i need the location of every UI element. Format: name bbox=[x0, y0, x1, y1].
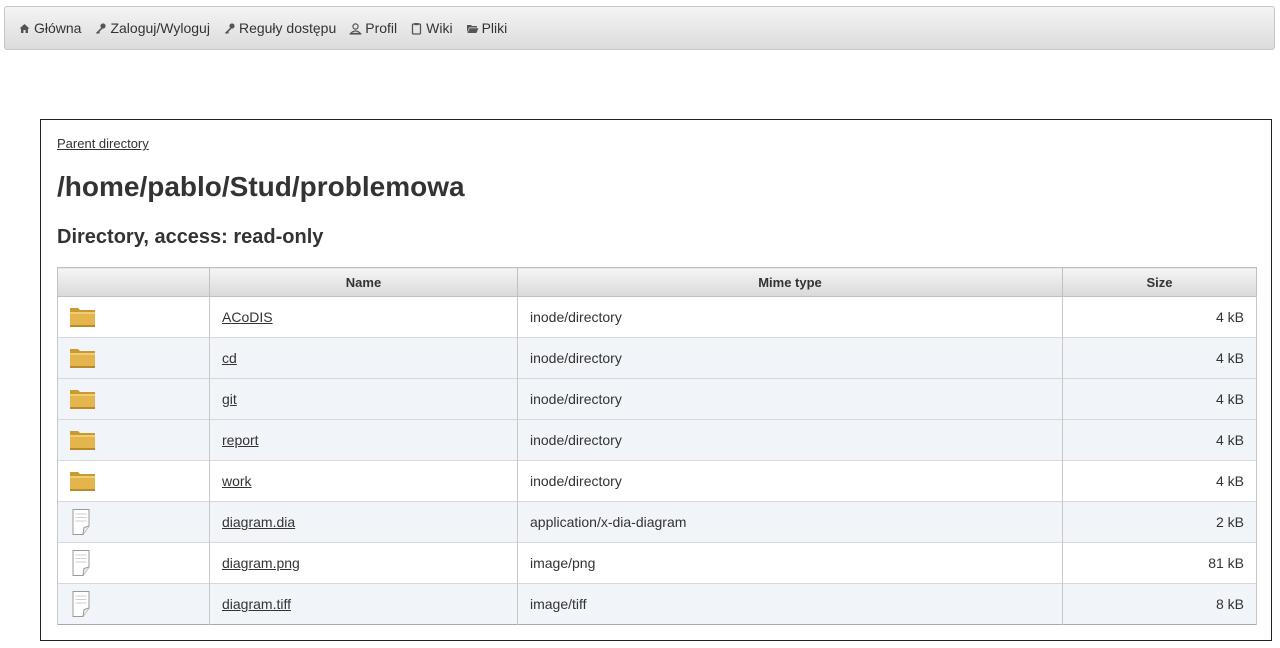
mime-cell: application/x-dia-diagram bbox=[517, 501, 1063, 543]
key-icon bbox=[94, 22, 107, 35]
clipboard-icon bbox=[410, 22, 423, 35]
folder-icon[interactable] bbox=[69, 346, 197, 370]
mime-cell: inode/directory bbox=[517, 378, 1063, 420]
file-name-link[interactable]: diagram.tiff bbox=[222, 596, 291, 612]
table-row: diagram.dia application/x-dia-diagram 2 … bbox=[57, 501, 1257, 543]
table-row: work inode/directory 4 kB bbox=[57, 460, 1257, 502]
nav-item-access-rules[interactable]: Reguły dostępu bbox=[223, 20, 336, 36]
table-row: git inode/directory 4 kB bbox=[57, 378, 1257, 420]
nav-label: Profil bbox=[365, 20, 398, 36]
size-cell: 4 kB bbox=[1062, 419, 1257, 461]
nav-item-wiki[interactable]: Wiki bbox=[410, 20, 453, 36]
column-header-icon bbox=[57, 267, 210, 297]
page-title: /home/pablo/Stud/problemowa bbox=[57, 171, 465, 202]
nav-item-profile[interactable]: Profil bbox=[349, 20, 397, 36]
size-cell: 8 kB bbox=[1062, 583, 1257, 625]
nav-label: Zaloguj/Wyloguj bbox=[110, 20, 210, 36]
folder-icon[interactable] bbox=[69, 469, 197, 493]
folder-icon[interactable] bbox=[69, 428, 197, 452]
size-cell: 4 kB bbox=[1062, 378, 1257, 420]
file-name-link[interactable]: diagram.dia bbox=[222, 514, 295, 530]
folder-icon[interactable] bbox=[69, 305, 197, 329]
access-heading: Directory, access: read-only bbox=[57, 226, 324, 248]
table-row: report inode/directory 4 kB bbox=[57, 419, 1257, 461]
nav-item-home[interactable]: Główna bbox=[18, 20, 81, 36]
file-icon[interactable] bbox=[69, 508, 197, 536]
user-icon bbox=[349, 22, 363, 35]
table-header-row: Name Mime type Size bbox=[57, 267, 1257, 297]
mime-cell: inode/directory bbox=[517, 296, 1063, 338]
folder-icon[interactable] bbox=[69, 387, 197, 411]
table-row: diagram.png image/png 81 kB bbox=[57, 542, 1257, 584]
file-name-link[interactable]: report bbox=[222, 432, 259, 448]
column-header-name[interactable]: Name bbox=[209, 267, 518, 297]
table-row: ACoDIS inode/directory 4 kB bbox=[57, 296, 1257, 338]
top-navbar: Główna Zaloguj/Wyloguj Reguły dostępu Pr… bbox=[4, 6, 1275, 50]
nav-label: Pliki bbox=[481, 20, 508, 36]
home-icon bbox=[18, 22, 31, 35]
file-name-link[interactable]: ACoDIS bbox=[222, 309, 273, 325]
nav-item-files[interactable]: Pliki bbox=[466, 20, 508, 36]
size-cell: 4 kB bbox=[1062, 296, 1257, 338]
table-row: cd inode/directory 4 kB bbox=[57, 337, 1257, 379]
table-row: diagram.tiff image/tiff 8 kB bbox=[57, 583, 1257, 625]
column-header-mime[interactable]: Mime type bbox=[517, 267, 1063, 297]
mime-cell: inode/directory bbox=[517, 419, 1063, 461]
parent-directory-link[interactable]: Parent directory bbox=[57, 136, 149, 151]
folder-open-icon bbox=[466, 22, 479, 35]
file-name-link[interactable]: cd bbox=[222, 350, 237, 366]
size-cell: 4 kB bbox=[1062, 460, 1257, 502]
size-cell: 4 kB bbox=[1062, 337, 1257, 379]
nav-label: Wiki bbox=[426, 20, 453, 36]
size-cell: 81 kB bbox=[1062, 542, 1257, 584]
mime-cell: inode/directory bbox=[517, 460, 1063, 502]
file-name-link[interactable]: work bbox=[222, 473, 252, 489]
nav-label: Główna bbox=[34, 20, 82, 36]
file-icon[interactable] bbox=[69, 549, 197, 577]
file-name-link[interactable]: git bbox=[222, 391, 237, 407]
nav-label: Reguły dostępu bbox=[238, 20, 337, 36]
file-name-link[interactable]: diagram.png bbox=[222, 555, 300, 571]
file-table: Name Mime type Size ACoDIS inode/directo… bbox=[57, 267, 1257, 625]
file-icon[interactable] bbox=[69, 590, 197, 618]
size-cell: 2 kB bbox=[1062, 501, 1257, 543]
mime-cell: image/tiff bbox=[517, 583, 1063, 625]
mime-cell: image/png bbox=[517, 542, 1063, 584]
key-icon bbox=[223, 22, 236, 35]
column-header-size[interactable]: Size bbox=[1062, 267, 1257, 297]
file-browser-panel: Parent directory /home/pablo/Stud/proble… bbox=[40, 119, 1272, 641]
mime-cell: inode/directory bbox=[517, 337, 1063, 379]
nav-item-login[interactable]: Zaloguj/Wyloguj bbox=[94, 20, 210, 36]
